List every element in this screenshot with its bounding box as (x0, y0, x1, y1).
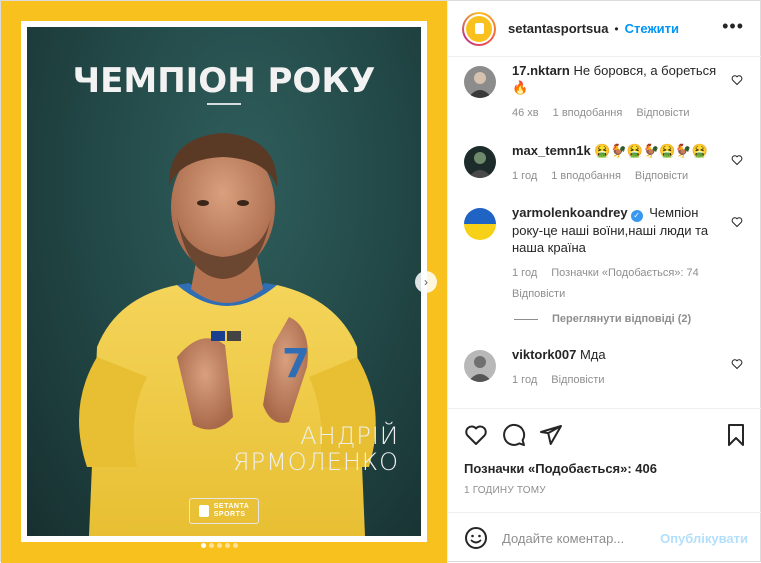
logo-text-line2: SPORTS (213, 511, 246, 518)
comment-time[interactable]: 1 год (512, 168, 537, 185)
commenter-avatar[interactable] (464, 350, 496, 382)
likes-count[interactable]: Позначки «Подобається»: 406 (464, 461, 657, 476)
comment-item: 17.nktarn Не боровся, а бореться 🔥 46 хв… (464, 62, 749, 122)
carousel-dot (209, 543, 214, 548)
post-actions: Позначки «Подобається»: 406 1 ГОДИНУ ТОМ… (448, 408, 761, 511)
post-timestamp[interactable]: 1 ГОДИНУ ТОМУ (464, 485, 546, 496)
comment-text: 🤮🐓🤮🐓🤮🐓🤮 (594, 143, 708, 158)
carousel-dot (217, 543, 222, 548)
carousel-dot (225, 543, 230, 548)
bookmark-icon[interactable] (724, 423, 748, 447)
reply-button[interactable]: Відповісти (635, 168, 688, 185)
post-media[interactable]: 7 ЧЕМПІОН РОКУ АНДРІЙ ЯРМОЛЕНКО SETANTA … (1, 1, 447, 563)
emoji-icon[interactable] (464, 526, 488, 550)
poster-name-line1: АНДРІЙ (300, 422, 399, 450)
setanta-logo-icon (474, 23, 484, 34)
account-username[interactable]: setantasportsua (508, 21, 608, 36)
heart-icon[interactable] (731, 358, 743, 370)
carousel-indicator (201, 543, 238, 548)
reply-button[interactable]: Відповісти (551, 372, 604, 389)
logo-text-line1: SETANTA (213, 503, 250, 510)
replies-line (514, 318, 538, 320)
heart-icon[interactable] (731, 216, 743, 228)
comment-time[interactable]: 46 хв (512, 105, 539, 122)
account-avatar[interactable] (462, 11, 496, 46)
reply-button[interactable]: Відповісти (512, 286, 565, 303)
comment-username[interactable]: max_temn1k (512, 143, 591, 158)
share-icon[interactable] (539, 423, 563, 447)
comments-list: 17.nktarn Не боровся, а бореться 🔥 46 хв… (448, 58, 761, 408)
comment-input[interactable] (502, 530, 652, 546)
comment-icon[interactable] (502, 423, 526, 447)
ukraine-flag-avatar[interactable] (464, 208, 496, 240)
more-dots-icon[interactable]: ••• (722, 17, 744, 35)
post-header: setantasportsua • Стежити ••• (448, 1, 761, 57)
post-sidebar: setantasportsua • Стежити ••• 17.nktarn … (447, 1, 761, 563)
follow-button[interactable]: Стежити (625, 21, 679, 36)
heart-icon[interactable] (464, 423, 488, 447)
setanta-glyph-icon (198, 505, 209, 517)
carousel-dot (201, 543, 206, 548)
add-comment-bar: Опублікувати (448, 512, 761, 563)
svg-text:7: 7 (282, 341, 310, 387)
heart-icon[interactable] (731, 74, 743, 86)
view-replies-label[interactable]: Переглянути відповіді (2) (552, 313, 691, 325)
setanta-logo: SETANTA SPORTS (189, 498, 259, 524)
poster-frame: 7 ЧЕМПІОН РОКУ АНДРІЙ ЯРМОЛЕНКО SETANTA … (21, 21, 427, 542)
poster-divider (207, 103, 241, 105)
comment-item: max_temn1k 🤮🐓🤮🐓🤮🐓🤮 1 год 1 вподобання Ві… (464, 142, 749, 185)
comment-item: yarmolenkoandrey ✓ Чемпіон року-це наші в… (464, 204, 749, 303)
reply-button[interactable]: Відповісти (636, 105, 689, 122)
comment-likes[interactable]: Позначки «Подобається»: 74 (551, 265, 699, 282)
comment-item: viktork007 Мда 1 год Відповісти (464, 346, 749, 389)
verified-badge-icon: ✓ (630, 210, 643, 222)
separator-dot: • (614, 21, 619, 36)
commenter-avatar[interactable] (464, 66, 496, 98)
comment-text: Мда (579, 347, 606, 362)
commenter-avatar[interactable] (464, 146, 496, 178)
comment-likes[interactable]: 1 вподобання (551, 168, 621, 185)
comment-username[interactable]: viktork007 (512, 347, 576, 362)
publish-button[interactable]: Опублікувати (660, 531, 748, 546)
comment-username[interactable]: yarmolenkoandrey (512, 205, 628, 220)
comment-time[interactable]: 1 год (512, 265, 537, 282)
poster-name-line2: ЯРМОЛЕНКО (232, 448, 399, 476)
view-replies-button[interactable]: Переглянути відповіді (2) (514, 313, 691, 325)
comment-username[interactable]: 17.nktarn (512, 63, 570, 78)
comment-time[interactable]: 1 год (512, 372, 537, 389)
poster-player-name: АНДРІЙ ЯРМОЛЕНКО (233, 423, 399, 475)
poster-image: 7 ЧЕМПІОН РОКУ АНДРІЙ ЯРМОЛЕНКО SETANTA … (27, 27, 421, 536)
carousel-next-button[interactable]: › (415, 271, 437, 293)
instagram-post: 7 ЧЕМПІОН РОКУ АНДРІЙ ЯРМОЛЕНКО SETANTA … (0, 0, 761, 563)
heart-icon[interactable] (731, 154, 743, 166)
poster-title: ЧЕМПІОН РОКУ (72, 61, 376, 101)
chevron-right-icon: › (424, 275, 428, 289)
comment-likes[interactable]: 1 вподобання (553, 105, 623, 122)
carousel-dot (233, 543, 238, 548)
